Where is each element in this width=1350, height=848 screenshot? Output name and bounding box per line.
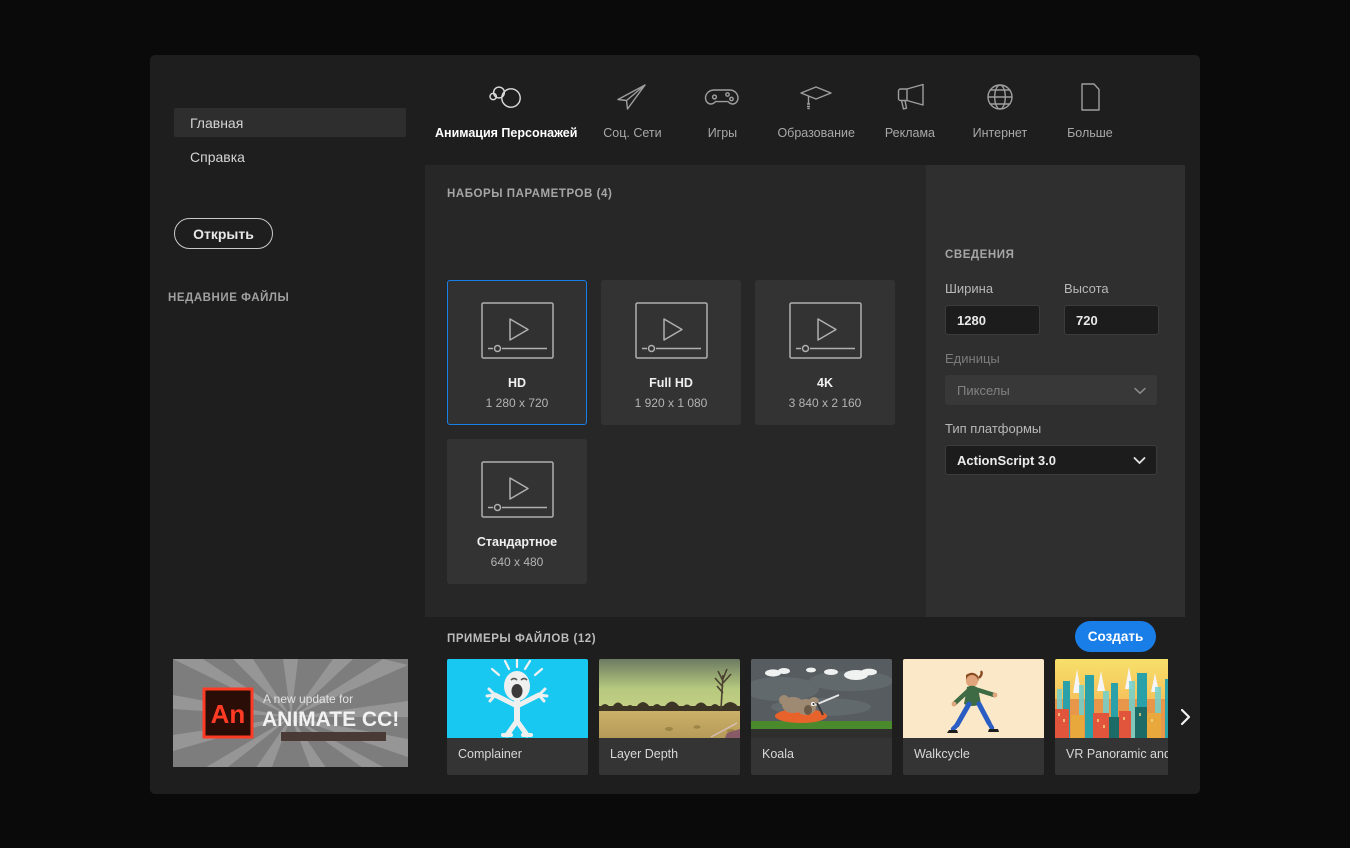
tab-label: Реклама — [885, 126, 935, 140]
units-value: Пикселы — [957, 383, 1010, 398]
video-player-icon — [481, 461, 554, 523]
megaphone-icon — [893, 75, 927, 119]
koala-thumb — [751, 659, 892, 738]
sample-card[interactable]: Walkcycle — [903, 659, 1044, 775]
chevron-down-icon — [1133, 453, 1146, 468]
svg-text:A new update for: A new update for — [263, 692, 353, 706]
preset-name: HD — [508, 376, 526, 390]
presets-panel: НАБОРЫ ПАРАМЕТРОВ (4) HD 1 280 x 720 — [425, 165, 926, 617]
width-label: Ширина — [945, 281, 1040, 296]
sidebar-item-label: Справка — [190, 149, 245, 165]
tab-label: Анимация Персонажей — [435, 126, 577, 140]
height-label: Высота — [1064, 281, 1159, 296]
tab-more[interactable]: Больше — [1045, 75, 1135, 140]
units-label: Единицы — [945, 351, 1157, 366]
open-button[interactable]: Открыть — [174, 218, 273, 249]
preset-card-full-hd[interactable]: Full HD 1 920 x 1 080 — [601, 280, 741, 425]
sidebar-item-home[interactable]: Главная — [174, 108, 406, 137]
preset-dimensions: 1 920 x 1 080 — [635, 396, 708, 410]
complainer-thumb — [447, 659, 588, 738]
units-select: Пикселы — [945, 375, 1157, 405]
globe-icon — [985, 75, 1015, 119]
tab-label: Соц. Сети — [603, 126, 661, 140]
preset-card-4k[interactable]: 4K 3 840 x 2 160 — [755, 280, 895, 425]
sidebar-item-label: Главная — [190, 115, 243, 131]
sample-card[interactable]: Koala — [751, 659, 892, 775]
height-input[interactable] — [1064, 305, 1159, 335]
samples-section-title: ПРИМЕРЫ ФАЙЛОВ (12) — [447, 633, 596, 645]
platform-type-value: ActionScript 3.0 — [957, 453, 1056, 468]
details-panel-title: СВЕДЕНИЯ — [945, 249, 1014, 261]
graduation-cap-icon — [798, 75, 834, 119]
width-input[interactable] — [945, 305, 1040, 335]
svg-text:ANIMATE CC!: ANIMATE CC! — [262, 708, 399, 731]
video-player-icon — [789, 302, 862, 364]
preset-dimensions: 3 840 x 2 160 — [789, 396, 862, 410]
category-tabs: Анимация Персонажей Соц. Сети Игры — [425, 75, 1185, 170]
sample-name: Complainer — [447, 738, 588, 761]
page-icon — [1078, 75, 1102, 119]
svg-text:An: An — [211, 699, 246, 729]
tab-label: Образование — [777, 126, 854, 140]
tab-label: Больше — [1067, 126, 1113, 140]
layer-depth-thumb — [599, 659, 740, 738]
samples-row: Complainer — [447, 659, 1168, 775]
tab-character-animation[interactable]: Анимация Персонажей — [425, 75, 587, 140]
preset-name: Стандартное — [477, 535, 557, 549]
chevron-down-icon — [1134, 383, 1146, 398]
tab-label: Игры — [708, 126, 737, 140]
preset-card-standard[interactable]: Стандартное 640 x 480 — [447, 439, 587, 584]
app-window: Главная Справка Открыть НЕДАВНИЕ ФАЙЛЫ А… — [150, 55, 1200, 794]
recent-files-label: НЕДАВНИЕ ФАЙЛЫ — [168, 292, 289, 304]
tab-social-networks[interactable]: Соц. Сети — [587, 75, 677, 140]
sample-card[interactable]: Complainer — [447, 659, 588, 775]
sample-name: Layer Depth — [599, 738, 740, 761]
walkcycle-thumb — [903, 659, 1044, 738]
preset-card-hd[interactable]: HD 1 280 x 720 — [447, 280, 587, 425]
sample-card[interactable]: VR Panoramic and 3 — [1055, 659, 1168, 775]
preset-name: Full HD — [649, 376, 693, 390]
platform-type-select[interactable]: ActionScript 3.0 — [945, 445, 1157, 475]
create-button[interactable]: Создать — [1075, 621, 1156, 652]
vr-panoramic-thumb — [1055, 659, 1168, 738]
tab-internet[interactable]: Интернет — [955, 75, 1045, 140]
presets-panel-title: НАБОРЫ ПАРАМЕТРОВ (4) — [447, 188, 612, 200]
character-animation-icon — [488, 75, 524, 119]
paper-plane-icon — [615, 75, 649, 119]
promo-banner[interactable]: An A new update for ANIMATE CC! — [173, 659, 408, 775]
sample-name: Koala — [751, 738, 892, 761]
gamepad-icon — [704, 75, 740, 119]
platform-type-label: Тип платформы — [945, 421, 1157, 436]
sample-card[interactable]: Layer Depth — [599, 659, 740, 775]
tab-label: Интернет — [973, 126, 1028, 140]
details-panel: СВЕДЕНИЯ Ширина Высота Единицы Пикселы Т… — [926, 165, 1185, 617]
tab-advertising[interactable]: Реклама — [865, 75, 955, 140]
sample-name: Walkcycle — [903, 738, 1044, 761]
video-player-icon — [481, 302, 554, 364]
preset-dimensions: 640 x 480 — [491, 555, 544, 569]
sidebar-item-help[interactable]: Справка — [174, 142, 406, 171]
tab-education[interactable]: Образование — [767, 75, 864, 140]
samples-next-button[interactable] — [1175, 707, 1195, 727]
preset-dimensions: 1 280 x 720 — [486, 396, 549, 410]
sample-name: VR Panoramic and 3 — [1055, 738, 1168, 761]
video-player-icon — [635, 302, 708, 364]
tab-games[interactable]: Игры — [677, 75, 767, 140]
preset-name: 4K — [817, 376, 833, 390]
preset-grid: HD 1 280 x 720 Full HD 1 920 x 1 080 — [447, 280, 907, 584]
